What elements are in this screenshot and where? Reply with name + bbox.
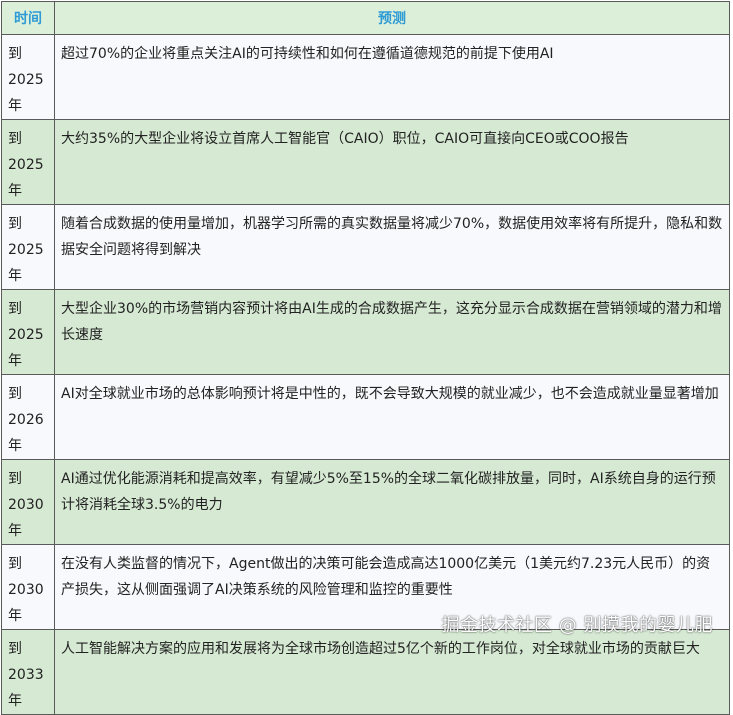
- time-prefix: 到: [8, 46, 22, 62]
- time-suffix: 年: [8, 268, 22, 284]
- time-suffix: 年: [8, 438, 22, 454]
- time-prefix: 到: [8, 641, 22, 657]
- column-header-prediction: 预测: [54, 1, 730, 35]
- prediction-table: 时间 预测 到 2025 年 超过70%的企业将重点关注AI的可持续性和如何在遵…: [1, 1, 730, 715]
- table-row: 到 2033 年 人工智能解决方案的应用和发展将为全球市场创造超过5亿个新的工作…: [1, 629, 730, 715]
- prediction-cell: 人工智能解决方案的应用和发展将为全球市场创造超过5亿个新的工作岗位，对全球就业市…: [54, 629, 730, 715]
- time-cell: 到 2026 年: [1, 374, 55, 460]
- time-cell: 到 2025 年: [1, 204, 55, 290]
- prediction-cell: 随着合成数据的使用量增加，机器学习所需的真实数据量将减少70%，数据使用效率将有…: [54, 204, 730, 290]
- table-row: 到 2030 年 AI通过优化能源消耗和提高效率，有望减少5%至15%的全球二氧…: [1, 459, 730, 545]
- prediction-cell: 大型企业30%的市场营销内容预计将由AI生成的合成数据产生，这充分显示合成数据在…: [54, 289, 730, 375]
- time-year: 2033: [8, 667, 44, 683]
- time-suffix: 年: [8, 353, 22, 369]
- time-suffix: 年: [8, 98, 22, 114]
- prediction-cell: 超过70%的企业将重点关注AI的可持续性和如何在遵循道德规范的前提下使用AI: [54, 34, 730, 120]
- time-cell: 到 2033 年: [1, 629, 55, 715]
- time-prefix: 到: [8, 556, 22, 572]
- time-year: 2030: [8, 497, 44, 513]
- time-year: 2025: [8, 327, 44, 343]
- time-suffix: 年: [8, 183, 22, 199]
- time-cell: 到 2025 年: [1, 34, 55, 120]
- time-cell: 到 2030 年: [1, 459, 55, 545]
- time-prefix: 到: [8, 131, 22, 147]
- time-year: 2030: [8, 582, 44, 598]
- column-header-time: 时间: [1, 1, 55, 35]
- time-suffix: 年: [8, 693, 22, 709]
- time-prefix: 到: [8, 471, 22, 487]
- watermark-text: 掘金技术社区 @ 别摸我的婴儿肥: [441, 615, 713, 636]
- table-row: 到 2025 年 超过70%的企业将重点关注AI的可持续性和如何在遵循道德规范的…: [1, 34, 730, 120]
- table-row: 到 2025 年 大约35%的大型企业将设立首席人工智能官（CAIO）职位，CA…: [1, 119, 730, 205]
- time-year: 2026: [8, 412, 44, 428]
- time-cell: 到 2030 年: [1, 544, 55, 630]
- table-row: 到 2025 年 随着合成数据的使用量增加，机器学习所需的真实数据量将减少70%…: [1, 204, 730, 290]
- time-suffix: 年: [8, 523, 22, 539]
- time-prefix: 到: [8, 386, 22, 402]
- time-suffix: 年: [8, 608, 22, 624]
- table-row: 到 2025 年 大型企业30%的市场营销内容预计将由AI生成的合成数据产生，这…: [1, 289, 730, 375]
- prediction-table-container: 时间 预测 到 2025 年 超过70%的企业将重点关注AI的可持续性和如何在遵…: [1, 1, 730, 715]
- table-row: 到 2026 年 AI对全球就业市场的总体影响预计将是中性的，既不会导致大规模的…: [1, 374, 730, 460]
- time-prefix: 到: [8, 301, 22, 317]
- time-cell: 到 2025 年: [1, 289, 55, 375]
- prediction-cell: AI通过优化能源消耗和提高效率，有望减少5%至15%的全球二氧化碳排放量，同时，…: [54, 459, 730, 545]
- time-year: 2025: [8, 72, 44, 88]
- prediction-cell: AI对全球就业市场的总体影响预计将是中性的，既不会导致大规模的就业减少，也不会造…: [54, 374, 730, 460]
- table-header-row: 时间 预测: [1, 1, 730, 35]
- time-year: 2025: [8, 157, 44, 173]
- time-cell: 到 2025 年: [1, 119, 55, 205]
- prediction-cell: 大约35%的大型企业将设立首席人工智能官（CAIO）职位，CAIO可直接向CEO…: [54, 119, 730, 205]
- time-year: 2025: [8, 242, 44, 258]
- time-prefix: 到: [8, 216, 22, 232]
